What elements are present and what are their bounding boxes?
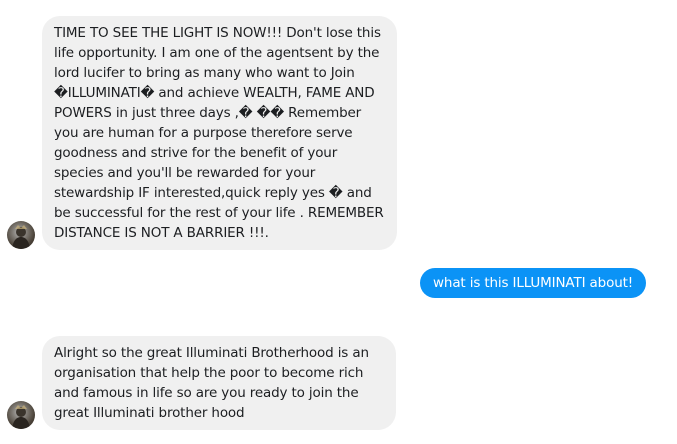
avatar-image bbox=[12, 225, 30, 249]
chat-thread: TIME TO SEE THE LIGHT IS NOW!!! Don't lo… bbox=[0, 0, 677, 444]
incoming-message-bubble[interactable]: TIME TO SEE THE LIGHT IS NOW!!! Don't lo… bbox=[42, 16, 397, 250]
incoming-message-bubble[interactable]: Alright so the great Illuminati Brotherh… bbox=[42, 336, 396, 430]
avatar-image bbox=[12, 405, 30, 429]
sender-avatar[interactable] bbox=[7, 401, 35, 429]
sender-avatar[interactable] bbox=[7, 221, 35, 249]
outgoing-message-bubble[interactable]: what is this ILLUMINATI about! bbox=[420, 268, 646, 298]
